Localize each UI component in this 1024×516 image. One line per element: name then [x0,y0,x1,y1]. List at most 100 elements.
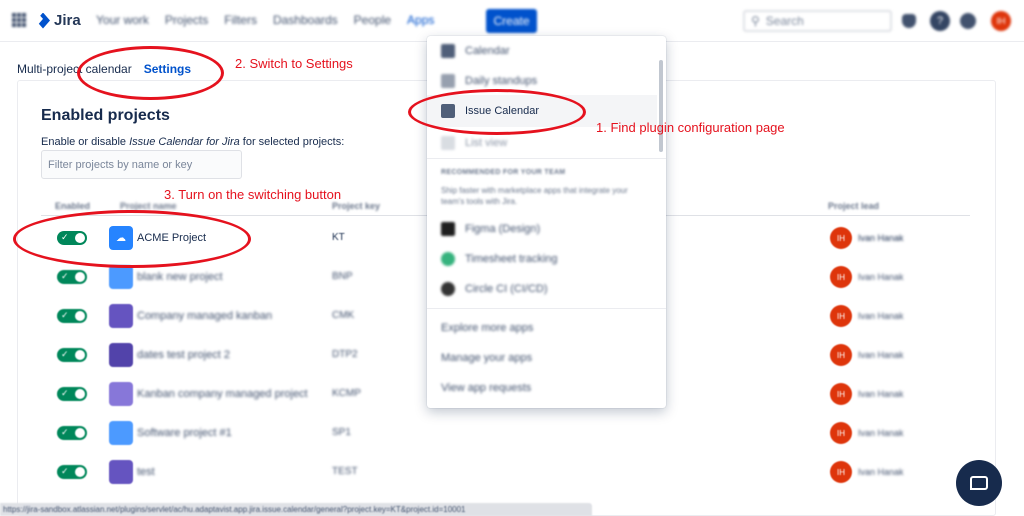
project-name[interactable]: Software project #1 [137,427,232,439]
menu-item-timesheet[interactable]: Timesheet tracking [441,252,558,266]
annotation-step-2: 2. Switch to Settings [235,56,353,71]
project-name[interactable]: dates test project 2 [137,349,230,361]
desc-app-name: Issue Calendar for Jira [129,136,240,148]
help-icon[interactable]: ? [930,11,950,31]
toggle-knob [75,428,85,438]
menu-link-app-requests[interactable]: View app requests [441,382,531,394]
toggle-knob [75,467,85,477]
project-name[interactable]: test [137,466,155,478]
menu-section-description: Ship faster with marketplace apps that i… [441,186,628,206]
nav-dashboards[interactable]: Dashboards [273,13,338,27]
lead-avatar: IH [830,344,852,366]
toggle-knob [75,272,85,282]
enabled-toggle[interactable]: ✓ [57,309,87,323]
lead-avatar: IH [830,461,852,483]
menu-item-calendar[interactable]: Calendar [441,44,510,58]
check-icon: ✓ [61,466,69,476]
primary-nav: Your work Projects Filters Dashboards Pe… [96,13,434,27]
lead-avatar: IH [830,266,852,288]
lead-avatar: IH [830,422,852,444]
search-icon: ⚲ [751,14,760,28]
enabled-toggle[interactable]: ✓ [57,387,87,401]
project-avatar-icon [109,460,133,484]
col-header-project-lead: Project lead [828,201,880,211]
menu-item-daily-standups[interactable]: Daily standups [441,74,537,88]
table-row: ✓ test TEST IH Ivan Hanak [41,453,970,491]
notifications-bell-icon[interactable] [902,14,916,28]
menu-item-label: Figma (Design) [465,223,541,235]
chat-bubble-icon [970,476,988,490]
project-name[interactable]: blank new project [137,271,223,283]
desc-suffix: for selected projects: [239,136,345,148]
menu-item-list-view[interactable]: List view [441,136,507,150]
nav-people[interactable]: People [354,13,391,27]
project-avatar-icon [109,265,133,289]
col-header-project-key: Project key [332,201,381,211]
table-row: ✓ Software project #1 SP1 IH Ivan Hanak [41,414,970,452]
nav-apps[interactable]: Apps [407,13,434,27]
menu-link-explore-apps[interactable]: Explore more apps [441,322,533,334]
project-avatar-icon [109,421,133,445]
calendar-icon [441,44,455,58]
lead-name: Ivan Hanak [858,233,904,243]
chat-help-button[interactable] [956,460,1002,506]
enabled-toggle[interactable]: ✓ [57,270,87,284]
toggle-knob [75,311,85,321]
annotation-step-3: 3. Turn on the switching button [164,187,342,202]
search-placeholder: Search [765,14,804,28]
project-key: BNP [332,271,353,282]
check-icon: ✓ [61,427,69,437]
menu-link-manage-apps[interactable]: Manage your apps [441,352,532,364]
menu-divider [427,158,666,159]
enabled-toggle[interactable]: ✓ [57,348,87,362]
lead-avatar: IH [830,305,852,327]
project-avatar-icon [109,382,133,406]
enabled-toggle[interactable]: ✓ [57,426,87,440]
nav-filters[interactable]: Filters [224,13,257,27]
search-input[interactable]: ⚲ Search [743,10,892,32]
nav-projects[interactable]: Projects [165,13,208,27]
project-name[interactable]: Kanban company managed project [137,388,308,400]
menu-item-label: Circle CI (CI/CD) [465,283,548,295]
lead-name: Ivan Hanak [858,311,904,321]
browser-status-url: https://jira-sandbox.atlassian.net/plugi… [0,503,592,516]
circleci-icon [441,282,455,296]
check-icon: ✓ [61,388,69,398]
page-title: Enabled projects [41,107,170,124]
project-name[interactable]: Company managed kanban [137,310,272,322]
check-icon: ✓ [61,310,69,320]
user-avatar[interactable]: IH [991,11,1011,31]
menu-section-heading: RECOMMENDED FOR YOUR TEAM [441,169,566,176]
list-view-icon [441,136,455,150]
lead-name: Ivan Hanak [858,389,904,399]
settings-gear-icon[interactable] [960,13,976,29]
annotation-step-1: 1. Find plugin configuration page [596,120,785,135]
jira-logo-icon [38,12,50,29]
nav-your-work[interactable]: Your work [96,13,149,27]
lead-avatar: IH [830,227,852,249]
filter-projects-input[interactable] [41,150,242,179]
desc-prefix: Enable or disable [41,136,130,148]
annotation-ellipse-settings [77,46,224,100]
menu-item-label: Timesheet tracking [465,253,558,265]
standup-icon [441,74,455,88]
lead-avatar: IH [830,383,852,405]
project-key: TEST [332,466,358,477]
project-key: KT [332,232,345,243]
check-icon: ✓ [61,349,69,359]
check-icon: ✓ [61,271,69,281]
menu-item-label: Calendar [465,45,510,57]
product-name: Jira [54,12,81,29]
menu-item-figma[interactable]: Figma (Design) [441,222,540,236]
timesheet-icon [441,252,455,266]
jira-logo[interactable]: Jira [36,12,81,29]
project-key: SP1 [332,427,351,438]
create-button[interactable]: Create [486,9,537,33]
menu-item-circleci[interactable]: Circle CI (CI/CD) [441,282,548,296]
menu-scrollbar[interactable] [659,60,663,152]
section-description: Enable or disable Issue Calendar for Jir… [41,136,344,148]
project-key: DTP2 [332,349,358,360]
app-switcher-icon[interactable] [12,13,26,27]
project-key: KCMP [332,388,361,399]
enabled-toggle[interactable]: ✓ [57,465,87,479]
